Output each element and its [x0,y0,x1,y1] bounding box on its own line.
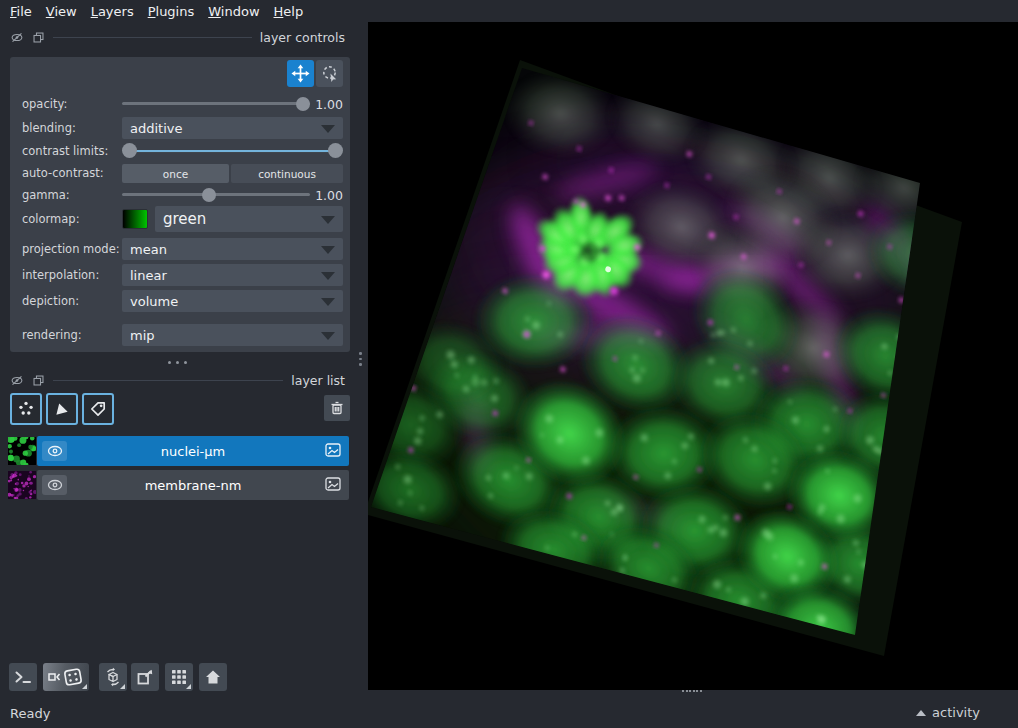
button-menu-corner [186,684,191,689]
contrast-limits-row: contrast limits: [22,140,343,162]
roll-dimensions-button[interactable] [99,663,127,691]
layer-visibility-button[interactable] [42,475,67,495]
projection-mode-label: projection mode: [22,242,120,256]
image-layer-icon [325,443,341,457]
rendering-select[interactable]: mip [122,324,343,346]
colormap-select[interactable]: green [155,206,343,232]
projection-mode-row: projection mode: mean [22,238,343,260]
blending-row: blending: additive [22,117,343,139]
activity-label: activity [932,705,980,720]
menu-window[interactable]: Window [201,4,266,19]
eye-icon [47,445,63,457]
menu-help[interactable]: Help [267,4,311,19]
layer-list-title: layer list [291,373,345,388]
button-menu-corner [120,684,125,689]
canvas-dock-handle[interactable] [682,690,702,692]
colormap-row: colormap: green [22,206,343,232]
console-button[interactable] [9,663,37,691]
menu-plugins[interactable]: Plugins [141,4,202,19]
rendering-label: rendering: [22,328,82,342]
layer-row-membrane[interactable]: membrane-nm [8,470,349,500]
contrast-limits-label: contrast limits: [22,144,108,158]
gamma-label: gamma: [22,188,70,202]
menu-file[interactable]: File [3,4,39,19]
colormap-label: colormap: [22,212,80,226]
panel-resize-handle[interactable] [168,361,187,364]
grid-view-button[interactable] [165,663,193,691]
auto-contrast-once-button[interactable]: once [122,164,229,183]
blending-select[interactable]: additive [122,117,343,139]
auto-contrast-row: auto-contrast: once continuous [22,163,343,183]
eye-icon [47,479,63,491]
new-points-layer-button[interactable] [10,393,42,425]
new-labels-layer-button[interactable] [82,393,114,425]
layer-thumbnail [8,471,36,499]
hide-dock-icon[interactable] [10,31,24,44]
gamma-value: 1.00 [315,188,343,203]
volume-rendering [368,22,1018,690]
transpose-dimensions-button[interactable] [131,663,159,691]
opacity-value: 1.00 [315,97,343,112]
layer-controls-panel: opacity: 1.00 blending: additive contras… [10,57,350,352]
ndisplay-toggle-button[interactable] [43,663,89,691]
depiction-label: depiction: [22,294,79,308]
points-icon [17,400,35,418]
delete-layer-button[interactable] [324,395,350,421]
layer-visibility-button[interactable] [42,441,67,461]
colormap-swatch [122,209,148,229]
opacity-slider[interactable] [122,93,310,115]
activity-expand-icon [916,710,926,716]
dock-splitter-handle[interactable] [359,352,362,366]
auto-contrast-label: auto-contrast: [22,166,104,180]
menu-view[interactable]: View [39,4,84,19]
labels-icon [89,400,107,418]
interpolation-select[interactable]: linear [122,264,343,286]
blending-label: blending: [22,121,76,135]
gamma-row: gamma: 1.00 [22,184,343,206]
gamma-slider[interactable] [122,184,310,206]
layer-controls-title: layer controls [260,30,345,45]
image-layer-icon [325,477,341,491]
menubar: File View Layers Plugins Window Help [0,0,1018,22]
depiction-row: depiction: volume [22,290,343,312]
layer-list-titlebar: layer list [0,371,360,389]
layer-row-nuclei[interactable]: nuclei-µm [8,436,349,466]
float-dock-icon[interactable] [32,374,45,387]
layer-controls-titlebar: layer controls [0,28,360,46]
status-text: Ready [10,706,50,721]
home-icon [204,668,222,686]
layer-thumbnail [8,437,36,465]
rendering-row: rendering: mip [22,324,343,346]
float-dock-icon[interactable] [32,31,45,44]
pan-zoom-button[interactable] [287,60,314,87]
hide-dock-icon[interactable] [10,374,24,387]
projection-mode-select[interactable]: mean [122,238,343,260]
viewer-canvas[interactable] [368,22,1018,690]
layer-name: nuclei-µm [37,436,349,466]
transpose-icon [135,667,155,687]
console-icon [14,669,32,685]
contrast-limits-slider[interactable] [122,140,343,162]
menu-layers[interactable]: Layers [84,4,141,19]
activity-toggle[interactable]: activity [916,705,980,720]
button-menu-corner [82,684,87,689]
opacity-label: opacity: [22,97,67,111]
divider [53,37,252,38]
layer-name: membrane-nm [37,470,349,500]
trash-icon [329,400,345,416]
depiction-select[interactable]: volume [122,290,343,312]
divider [53,380,283,381]
interpolation-row: interpolation: linear [22,264,343,286]
home-button[interactable] [199,663,227,691]
transform-button[interactable] [316,60,343,87]
opacity-row: opacity: 1.00 [22,93,343,115]
auto-contrast-continuous-button[interactable]: continuous [231,164,343,183]
interpolation-label: interpolation: [22,268,99,282]
new-shapes-layer-button[interactable] [46,393,78,425]
2d-3d-toggle-icon [46,667,86,687]
shapes-icon [53,400,71,418]
